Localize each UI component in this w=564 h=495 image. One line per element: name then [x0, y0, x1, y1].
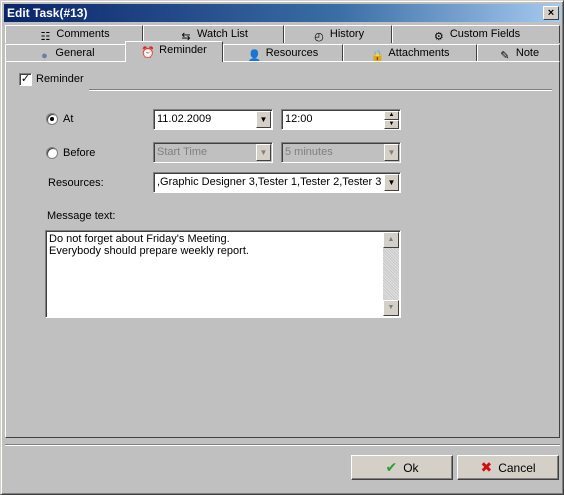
chevron-down-icon[interactable]: ▼ — [256, 111, 271, 128]
check-icon: ✔ — [385, 459, 398, 475]
resources-select[interactable]: ,Graphic Designer 3,Tester 1,Tester 2,Te… — [153, 172, 401, 193]
cancel-icon: ✖ — [480, 459, 493, 475]
tab-custom-fields[interactable]: ⚙ Custom Fields — [392, 25, 560, 43]
comments-icon: ☷ — [40, 31, 51, 43]
resources-value: ,Graphic Designer 3,Tester 1,Tester 2,Te… — [157, 176, 382, 188]
history-icon: ◴ — [314, 31, 324, 43]
at-label: At — [63, 113, 74, 125]
chevron-down-icon[interactable]: ▼ — [384, 174, 399, 191]
spin-up-icon[interactable]: ▲ — [384, 111, 399, 120]
window-title: Edit Task(#13) — [7, 6, 88, 20]
message-line: Do not forget about Friday's Meeting. — [49, 233, 230, 245]
message-line: Everybody should prepare weekly report. — [49, 245, 249, 257]
tab-history[interactable]: ◴ History — [284, 25, 392, 43]
tab-attachments[interactable]: 🔒 Attachments — [343, 44, 477, 62]
before-radio[interactable] — [46, 147, 58, 159]
time-spinner[interactable]: 12:00 ▲ ▼ — [281, 109, 401, 130]
radio-selected-dot — [50, 117, 54, 121]
vertical-scrollbar[interactable]: ▲ ▼ — [383, 232, 399, 316]
reminder-divider — [89, 89, 552, 91]
before-amount-select[interactable]: 5 minutes ▼ — [281, 142, 401, 163]
date-value: 11.02.2009 — [157, 113, 212, 125]
custom-fields-icon: ⚙ — [433, 31, 444, 43]
before-from-value: Start Time — [157, 146, 208, 158]
reminder-checkbox[interactable]: ✓ — [19, 73, 32, 86]
scroll-down-icon[interactable]: ▼ — [383, 300, 399, 316]
before-from-select[interactable]: Start Time ▼ — [153, 142, 273, 163]
reminder-icon: ⏰ — [141, 47, 155, 59]
edit-task-window: Edit Task(#13) × ☷ Comments ⇆ Watch List ◴… — [0, 0, 564, 495]
before-label: Before — [63, 147, 96, 159]
time-value: 12:00 — [285, 113, 313, 125]
chevron-down-icon[interactable]: ▼ — [384, 144, 399, 161]
tab-resources[interactable]: 👤 Resources — [223, 44, 343, 62]
at-radio[interactable] — [46, 113, 58, 125]
tab-reminder[interactable]: ⏰ Reminder — [125, 41, 223, 62]
close-icon[interactable]: × — [543, 6, 559, 20]
message-textarea[interactable]: Do not forget about Friday's Meeting. Ev… — [45, 230, 401, 318]
spin-down-icon[interactable]: ▼ — [384, 120, 399, 129]
cancel-button[interactable]: ✖ Cancel — [457, 455, 559, 480]
before-amount-value: 5 minutes — [285, 146, 333, 158]
ok-button[interactable]: ✔ Ok — [351, 455, 453, 480]
resources-label: Resources: — [48, 177, 104, 189]
tab-comments[interactable]: ☷ Comments — [5, 25, 143, 43]
footer-divider — [5, 444, 560, 446]
date-picker[interactable]: 11.02.2009 ▼ — [153, 109, 273, 130]
tab-note[interactable]: ✎ Note — [477, 44, 560, 62]
scroll-up-icon[interactable]: ▲ — [383, 232, 399, 248]
tab-general[interactable]: ● General — [5, 44, 127, 62]
chevron-down-icon[interactable]: ▼ — [256, 144, 271, 161]
reminder-checkbox-label: Reminder — [36, 73, 84, 85]
title-bar[interactable]: Edit Task(#13) × — [4, 4, 561, 22]
message-label: Message text: — [47, 210, 116, 222]
